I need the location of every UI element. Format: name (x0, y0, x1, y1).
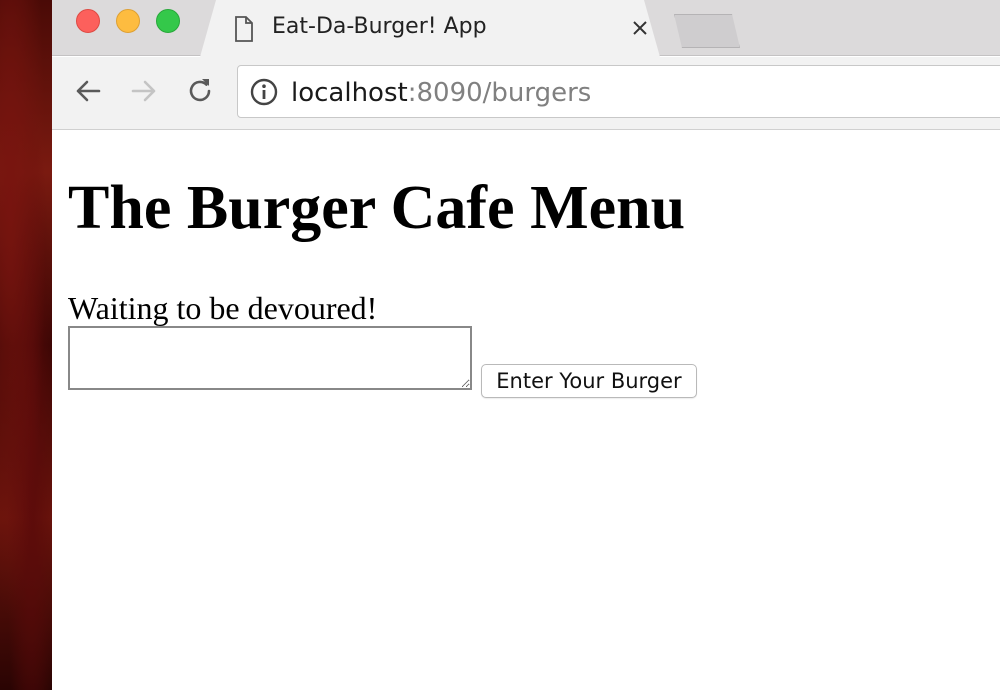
reload-icon[interactable] (184, 75, 216, 107)
address-url[interactable]: localhost:8090/burgers (291, 78, 591, 108)
enter-burger-button[interactable]: Enter Your Burger (481, 364, 697, 398)
info-icon[interactable] (250, 78, 278, 106)
browser-toolbar: localhost:8090/burgers (52, 57, 1000, 130)
window-maximize-button[interactable] (156, 9, 180, 33)
page-title: The Burger Cafe Menu (68, 174, 686, 242)
browser-window: Eat-Da-Burger! App localhost:8090/burger… (52, 0, 1000, 690)
tab-title: Eat-Da-Burger! App (272, 14, 487, 39)
new-tab-button[interactable] (674, 14, 740, 48)
tab-strip: Eat-Da-Burger! App (52, 0, 1000, 57)
burger-name-input[interactable] (68, 326, 472, 390)
back-arrow-icon[interactable] (72, 75, 104, 107)
window-minimize-button[interactable] (116, 9, 140, 33)
forward-arrow-icon[interactable] (128, 75, 160, 107)
url-host: localhost (291, 78, 408, 108)
address-bar[interactable]: localhost:8090/burgers (237, 65, 1000, 118)
tab-active[interactable]: Eat-Da-Burger! App (200, 0, 660, 57)
desktop-wallpaper (0, 0, 52, 690)
url-path: :8090/burgers (407, 78, 592, 108)
waiting-label: Waiting to be devoured! (68, 290, 378, 326)
tab-close-icon[interactable] (630, 18, 650, 38)
window-close-button[interactable] (76, 9, 100, 33)
document-icon (235, 16, 253, 42)
page-content: The Burger Cafe Menu Waiting to be devou… (52, 131, 1000, 690)
